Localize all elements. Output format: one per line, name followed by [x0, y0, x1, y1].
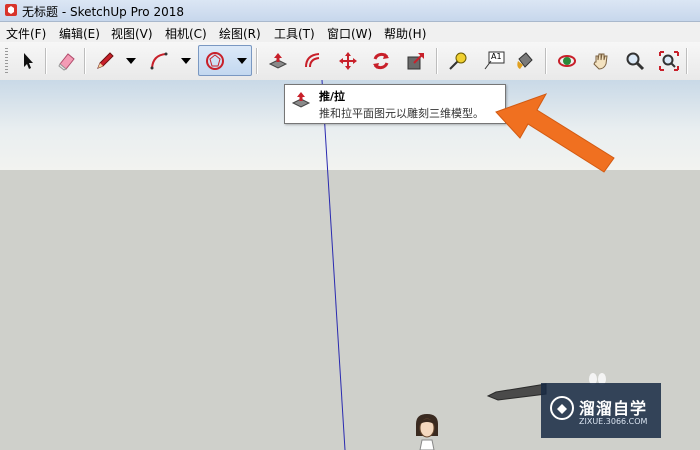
rotate-icon: [373, 52, 389, 70]
push-pull-tool-button[interactable]: [263, 46, 293, 76]
paint-bucket-icon: [517, 52, 533, 69]
arc-tool-button[interactable]: [144, 46, 174, 76]
move-icon: [339, 52, 357, 70]
push-pull-icon: [268, 53, 288, 69]
offset-icon: [305, 53, 320, 68]
menu-view[interactable]: 视图(V): [111, 25, 153, 42]
line-tool-dropdown-arrow[interactable]: [126, 58, 136, 64]
toolbar-separator: [436, 48, 438, 74]
hand-icon: [593, 53, 608, 70]
tooltip-title: 推/拉: [319, 90, 346, 103]
tooltip-description: 推和拉平面图元以雕刻三维模型。: [319, 107, 484, 120]
shape-tool-button[interactable]: [200, 46, 230, 76]
menu-draw[interactable]: 绘图(R): [219, 25, 261, 42]
pencil-icon: [97, 52, 114, 69]
shape-tool-dropdown-arrow[interactable]: [237, 58, 247, 64]
scale-tool-button[interactable]: [401, 46, 431, 76]
offset-tool-button[interactable]: [298, 46, 328, 76]
polygon-icon: [206, 52, 224, 70]
menu-file[interactable]: 文件(F): [6, 25, 46, 42]
zoom-tool-button[interactable]: [620, 46, 650, 76]
text-tool-button[interactable]: A1: [478, 46, 508, 76]
watermark-badge: 溜溜自学 ZIXUE.3066.COM: [541, 383, 661, 438]
watermark-subtitle: ZIXUE.3066.COM: [579, 417, 648, 426]
menu-window[interactable]: 窗口(W): [327, 25, 372, 42]
title-bar: 无标题 - SketchUp Pro 2018: [0, 0, 700, 22]
toolbar-grip[interactable]: [5, 48, 8, 74]
rotate-tool-button[interactable]: [366, 46, 396, 76]
zoom-extents-tool-button[interactable]: [654, 46, 684, 76]
tape-measure-tool-button[interactable]: [443, 46, 473, 76]
orbit-icon: [558, 55, 576, 67]
tape-measure-icon: [449, 52, 467, 70]
paint-bucket-tool-button[interactable]: [510, 46, 540, 76]
toolbar-separator: [686, 48, 688, 74]
line-tool-button[interactable]: [90, 46, 120, 76]
scale-icon: [407, 53, 424, 70]
pan-tool-button[interactable]: [586, 46, 616, 76]
menu-bar: 文件(F) 编辑(E) 视图(V) 相机(C) 绘图(R) 工具(T) 窗口(W…: [0, 22, 700, 42]
sketchup-app-icon: [5, 4, 17, 16]
menu-camera[interactable]: 相机(C): [165, 25, 207, 42]
toolbar-separator: [45, 48, 47, 74]
toolbar-separator: [84, 48, 86, 74]
watermark-title: 溜溜自学: [579, 399, 648, 418]
eraser-icon: [58, 53, 75, 71]
orange-annotation-arrow-icon: [495, 93, 615, 173]
menu-help[interactable]: 帮助(H): [384, 25, 426, 42]
text-tool-label: A1: [491, 52, 502, 61]
arc-icon: [150, 52, 168, 70]
magnifier-icon: [626, 52, 645, 71]
select-tool-button[interactable]: [13, 46, 43, 76]
arrow-cursor-icon: [24, 53, 33, 69]
arc-tool-dropdown-arrow[interactable]: [181, 58, 191, 64]
toolbar-separator: [256, 48, 258, 74]
menu-edit[interactable]: 编辑(E): [59, 25, 100, 42]
move-tool-button[interactable]: [333, 46, 363, 76]
zoom-extents-icon: [659, 51, 679, 71]
orbit-tool-button[interactable]: [552, 46, 582, 76]
menu-tools[interactable]: 工具(T): [274, 25, 315, 42]
scale-figure-person: [416, 414, 438, 450]
push-pull-icon: [291, 92, 311, 108]
eraser-tool-button[interactable]: [52, 46, 82, 76]
window-title: 无标题 - SketchUp Pro 2018: [22, 5, 184, 19]
push-pull-tooltip: 推/拉 推和拉平面图元以雕刻三维模型。: [284, 84, 506, 124]
toolbar-separator: [545, 48, 547, 74]
watermark-logo-icon: [550, 396, 574, 420]
main-toolbar: A1: [0, 42, 700, 81]
